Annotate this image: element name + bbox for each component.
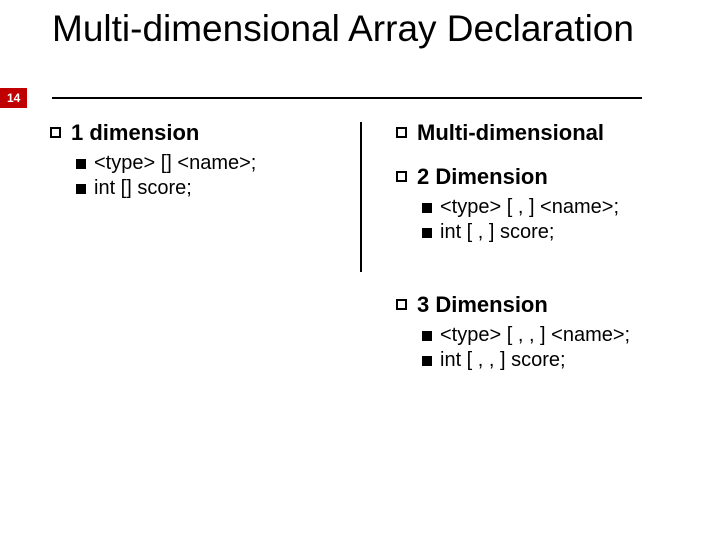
bullet-open-icon	[50, 127, 61, 138]
right-column: Multi-dimensional 2 Dimension <type> [ ,…	[362, 120, 675, 390]
heading-text: Multi-dimensional	[417, 120, 604, 146]
list-item: int [ , , ] score;	[422, 349, 675, 372]
slide-title: Multi-dimensional Array Declaration	[52, 8, 634, 51]
bullet-open-icon	[396, 171, 407, 182]
page-number-tag: 14	[0, 88, 27, 108]
list-item: int [] score;	[76, 177, 360, 200]
bullet-solid-icon	[422, 228, 432, 238]
content-columns: 1 dimension <type> [] <name>; int [] sco…	[50, 120, 675, 390]
bullet-open-icon	[396, 299, 407, 310]
list-item-text: <type> [] <name>;	[94, 152, 256, 175]
list-item: <type> [ , ] <name>;	[422, 196, 675, 219]
bullet-solid-icon	[422, 356, 432, 366]
list-item-text: <type> [ , , ] <name>;	[440, 324, 630, 347]
sublist-1dim: <type> [] <name>; int [] score;	[76, 152, 360, 200]
list-item-text: int [ , , ] score;	[440, 349, 566, 372]
list-item: <type> [] <name>;	[76, 152, 360, 175]
heading-3dim: 3 Dimension	[396, 292, 675, 318]
list-item-text: <type> [ , ] <name>;	[440, 196, 619, 219]
heading-multidim: Multi-dimensional	[396, 120, 675, 146]
bullet-solid-icon	[76, 184, 86, 194]
bullet-solid-icon	[76, 159, 86, 169]
left-column: 1 dimension <type> [] <name>; int [] sco…	[50, 120, 360, 390]
list-item-text: int [] score;	[94, 177, 192, 200]
heading-text: 2 Dimension	[417, 164, 548, 190]
list-item: <type> [ , , ] <name>;	[422, 324, 675, 347]
heading-2dim: 2 Dimension	[396, 164, 675, 190]
bullet-open-icon	[396, 127, 407, 138]
sublist-2dim: <type> [ , ] <name>; int [ , ] score;	[422, 196, 675, 244]
list-item-text: int [ , ] score;	[440, 221, 554, 244]
bullet-solid-icon	[422, 331, 432, 341]
heading-1dim: 1 dimension	[50, 120, 360, 146]
bullet-solid-icon	[422, 203, 432, 213]
heading-text: 1 dimension	[71, 120, 199, 146]
sublist-3dim: <type> [ , , ] <name>; int [ , , ] score…	[422, 324, 675, 372]
list-item: int [ , ] score;	[422, 221, 675, 244]
title-underline	[52, 97, 642, 99]
heading-text: 3 Dimension	[417, 292, 548, 318]
